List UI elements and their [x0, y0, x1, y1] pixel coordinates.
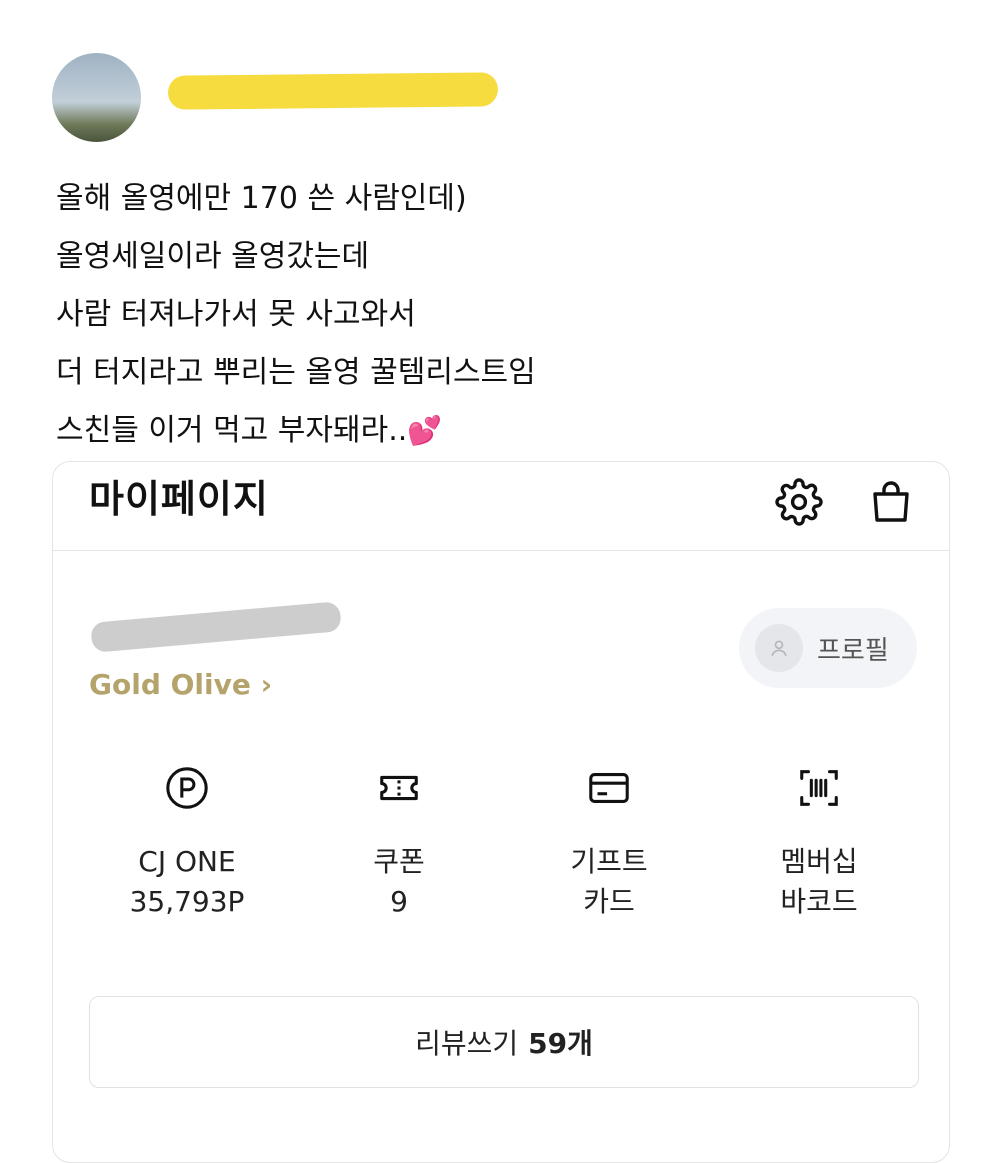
cj-one-label: CJ ONE: [138, 845, 236, 878]
post-line: 올영세일이라 올영갔는데: [56, 239, 370, 274]
barcode-icon: [729, 762, 909, 814]
post-line: 사람 터져나가서 못 사고와서: [56, 297, 416, 332]
profile-label: 프로필: [817, 635, 889, 666]
review-count: 59개: [528, 1027, 593, 1060]
barcode-label-line2: 바코드: [780, 885, 858, 918]
post-line: 올해 올영에만 170 쓴 사람인데): [56, 181, 467, 216]
cj-one-points: 35,793P: [129, 885, 245, 918]
gear-icon[interactable]: [775, 478, 823, 526]
quick-link-label: 기프트 카드: [519, 842, 699, 922]
redacted-username: [167, 72, 499, 110]
gift-card-icon: [519, 762, 699, 814]
write-review-button[interactable]: 리뷰쓰기 59개: [89, 996, 919, 1088]
user-avatar[interactable]: [52, 53, 141, 142]
quick-link-cj-one[interactable]: CJ ONE 35,793P: [97, 762, 277, 922]
quick-link-label: 쿠폰 9: [309, 842, 489, 922]
barcode-label-line1: 멤버십: [780, 845, 858, 878]
coupon-count: 9: [390, 885, 408, 918]
quick-link-label: CJ ONE 35,793P: [97, 842, 277, 922]
page-title: 마이페이지: [89, 477, 269, 521]
gift-card-label-line1: 기프트: [570, 845, 648, 878]
chevron-right-icon: ›: [260, 668, 273, 701]
person-icon: [755, 624, 803, 672]
gift-card-label-line2: 카드: [583, 885, 635, 918]
profile-button[interactable]: 프로필: [739, 608, 917, 688]
coupon-label: 쿠폰: [373, 845, 425, 878]
grade-label: Gold Olive: [89, 668, 251, 701]
post-text: 올해 올영에만 170 쓴 사람인데) 올영세일이라 올영갔는데 사람 터져나가…: [56, 170, 956, 460]
review-label: 리뷰쓰기: [415, 1027, 519, 1060]
quick-link-label: 멤버십 바코드: [729, 842, 909, 922]
coupon-icon: [309, 762, 489, 814]
redacted-member-name: [90, 601, 342, 653]
quick-link-gift-card[interactable]: 기프트 카드: [519, 762, 699, 922]
mypage-screenshot: 마이페이지 Gold Olive › 프로필 CJ ONE 35,793P 쿠폰…: [52, 461, 950, 1163]
point-icon: [97, 762, 277, 814]
post-line: 스친들 이거 먹고 부자돼라..💕: [56, 402, 956, 460]
shopping-bag-icon[interactable]: [867, 478, 915, 526]
membership-grade-link[interactable]: Gold Olive ›: [89, 668, 272, 701]
quick-link-coupon[interactable]: 쿠폰 9: [309, 762, 489, 922]
post-line-text: 스친들 이거 먹고 부자돼라..: [56, 413, 408, 448]
mypage-header: 마이페이지: [53, 462, 949, 551]
post-line: 더 터지라고 뿌리는 올영 꿀템리스트임: [56, 355, 536, 390]
hearts-emoji-icon: 💕: [407, 414, 443, 447]
quick-link-membership-barcode[interactable]: 멤버십 바코드: [729, 762, 909, 922]
